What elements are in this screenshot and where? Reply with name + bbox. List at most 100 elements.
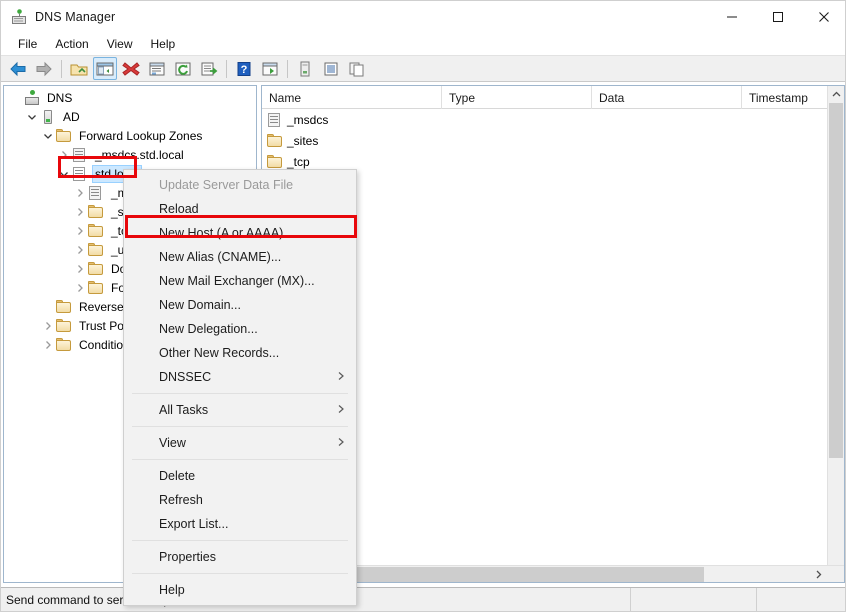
record-name: _msdcs — [287, 113, 328, 127]
context-menu-item-label: Other New Records... — [159, 346, 279, 360]
chevron-right-icon[interactable] — [72, 240, 88, 259]
dns-manager-window: DNS Manager File Action View Help — [0, 0, 846, 612]
context-menu-item-other-new-records[interactable]: Other New Records... — [124, 341, 356, 365]
status-pane-3 — [757, 588, 846, 611]
context-menu-item-new-alias-cname[interactable]: New Alias (CNAME)... — [124, 245, 356, 269]
context-menu-item-help[interactable]: Help — [124, 578, 356, 602]
column-header-label: Name — [269, 91, 301, 105]
window-title: DNS Manager — [35, 10, 115, 24]
context-menu-item-properties[interactable]: Properties — [124, 545, 356, 569]
context-menu-item-label: Refresh — [159, 493, 203, 507]
properties-button[interactable] — [145, 57, 169, 80]
run-button[interactable] — [258, 57, 282, 80]
menu-bar: File Action View Help — [1, 33, 846, 55]
toolbar-separator-2 — [226, 60, 227, 78]
show-hide-console-tree-button[interactable] — [93, 57, 117, 80]
chevron-right-icon — [337, 404, 345, 417]
chevron-right-icon[interactable] — [40, 316, 56, 335]
chevron-right-icon[interactable] — [72, 221, 88, 240]
tree-expander-placeholder — [40, 297, 56, 316]
table-row[interactable]: _sites — [262, 130, 844, 151]
menu-help[interactable]: Help — [142, 35, 185, 53]
context-menu-item-delete[interactable]: Delete — [124, 464, 356, 488]
menu-action[interactable]: Action — [46, 35, 97, 53]
chevron-right-icon[interactable] — [72, 259, 88, 278]
context-menu-item-new-mail-exchanger-mx[interactable]: New Mail Exchanger (MX)... — [124, 269, 356, 293]
context-menu-item-label: Help — [159, 583, 185, 597]
chevron-up-icon[interactable] — [828, 86, 844, 103]
new-zone-button[interactable] — [293, 57, 317, 80]
back-button[interactable] — [6, 57, 30, 80]
chevron-right-icon[interactable] — [72, 278, 88, 297]
record-name: _tcp — [287, 155, 310, 169]
minimize-button[interactable] — [709, 1, 755, 33]
column-header-name[interactable]: Name — [262, 86, 442, 109]
folder-icon — [267, 154, 283, 170]
context-menu-separator — [132, 540, 348, 541]
tree-expander-placeholder — [8, 88, 24, 107]
vertical-scroll-thumb[interactable] — [829, 103, 843, 458]
list-button[interactable] — [319, 57, 343, 80]
maximize-button[interactable] — [755, 1, 801, 33]
tree-item-ad[interactable]: AD — [4, 107, 256, 126]
context-menu-item-label: View — [159, 436, 186, 450]
chevron-down-icon[interactable] — [24, 107, 40, 126]
context-menu-item-new-host-a-or-aaaa[interactable]: New Host (A or AAAA)... — [124, 221, 356, 245]
context-menu-item-label: Export List... — [159, 517, 228, 531]
zone-icon — [72, 166, 88, 182]
up-one-level-button[interactable] — [67, 57, 91, 80]
context-menu-item-new-domain[interactable]: New Domain... — [124, 293, 356, 317]
window-controls — [709, 1, 846, 33]
context-menu-item-dnssec[interactable]: DNSSEC — [124, 365, 356, 389]
table-row[interactable]: _msdcs — [262, 109, 844, 130]
folder-icon — [56, 299, 72, 315]
tree-item-dns[interactable]: DNS — [4, 88, 256, 107]
context-menu-item-all-tasks[interactable]: All Tasks — [124, 398, 356, 422]
tree-item-label: Forward Lookup Zones — [77, 128, 204, 144]
export-list-button[interactable] — [197, 57, 221, 80]
status-pane-2 — [631, 588, 757, 611]
folder-icon — [267, 133, 283, 149]
chevron-right-icon[interactable] — [810, 566, 827, 583]
tree-item-label: AD — [61, 109, 82, 125]
menu-file[interactable]: File — [9, 35, 46, 53]
copy-button[interactable] — [345, 57, 369, 80]
tree-item-msdcs-std-local[interactable]: _msdcs.std.local — [4, 145, 256, 164]
column-header-label: Data — [599, 91, 624, 105]
column-header-label: Timestamp — [749, 91, 808, 105]
chevron-right-icon[interactable] — [56, 145, 72, 164]
help-button[interactable]: ? — [232, 57, 256, 80]
context-menu-item-label: New Host (A or AAAA)... — [159, 226, 294, 240]
refresh-button[interactable] — [171, 57, 195, 80]
context-menu-item-export-list[interactable]: Export List... — [124, 512, 356, 536]
record-name: _sites — [287, 134, 318, 148]
column-header-type[interactable]: Type — [442, 86, 592, 109]
chevron-right-icon[interactable] — [40, 335, 56, 354]
forward-button[interactable] — [32, 57, 56, 80]
column-header-data[interactable]: Data — [592, 86, 742, 109]
tree-item-label: _msdcs.std.local — [93, 147, 186, 163]
folder-icon — [88, 280, 104, 296]
tree-item-forward-lookup-zones[interactable]: Forward Lookup Zones — [4, 126, 256, 145]
zone-grey-icon — [72, 147, 88, 163]
zone-grey-icon — [267, 112, 283, 128]
chevron-down-icon[interactable] — [56, 164, 72, 183]
context-menu-item-reload[interactable]: Reload — [124, 197, 356, 221]
delete-button[interactable] — [119, 57, 143, 80]
folder-icon — [56, 337, 72, 353]
context-menu-item-label: Update Server Data File — [159, 178, 293, 192]
chevron-right-icon — [337, 371, 345, 384]
column-header-timestamp[interactable]: Timestamp — [742, 86, 828, 109]
context-menu-item-refresh[interactable]: Refresh — [124, 488, 356, 512]
chevron-down-icon[interactable] — [40, 126, 56, 145]
context-menu-item-view[interactable]: View — [124, 431, 356, 455]
menu-view[interactable]: View — [98, 35, 142, 53]
context-menu-separator — [132, 426, 348, 427]
context-menu-item-new-delegation[interactable]: New Delegation... — [124, 317, 356, 341]
chevron-right-icon[interactable] — [72, 202, 88, 221]
chevron-right-icon[interactable] — [72, 183, 88, 202]
close-button[interactable] — [801, 1, 846, 33]
zone-context-menu[interactable]: Update Server Data File Reload New Host (A… — [123, 169, 357, 606]
list-vertical-scrollbar[interactable] — [827, 86, 844, 582]
context-menu-item-label: New Alias (CNAME)... — [159, 250, 281, 264]
